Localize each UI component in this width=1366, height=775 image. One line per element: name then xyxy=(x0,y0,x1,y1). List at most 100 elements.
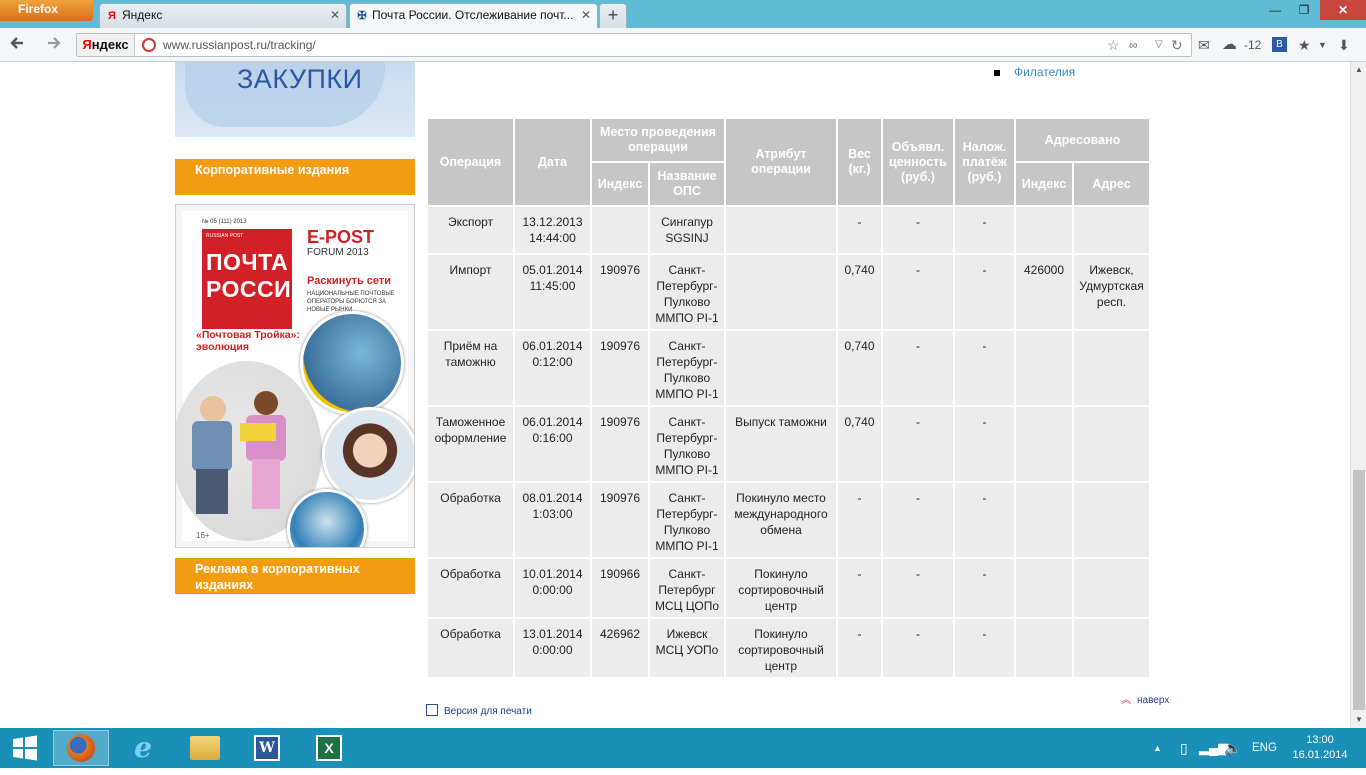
cell-address xyxy=(1074,559,1149,617)
header-cod: Налож. платёж (руб.) xyxy=(955,119,1014,205)
close-tab-icon[interactable]: ✕ xyxy=(581,4,591,27)
cell-cod: - xyxy=(955,619,1014,677)
cell-date: 05.01.2014 11:45:00 xyxy=(515,255,590,329)
language-indicator[interactable]: ENG xyxy=(1252,728,1277,768)
back-arrow-icon xyxy=(10,37,23,49)
battery-icon[interactable]: ▯ xyxy=(1180,728,1188,768)
cell-ops-name: Санкт-Петербург-Пулково ММПО PI-1 xyxy=(650,483,724,557)
dropdown-icon[interactable]: ▽ xyxy=(1155,34,1163,56)
navigation-bar: Яндекс www.russianpost.ru/tracking/ ☆ ∞ … xyxy=(0,28,1366,62)
extension-icon[interactable]: B xyxy=(1272,37,1287,52)
corporate-ads-link[interactable]: Реклама в корпоративных изданиях xyxy=(175,558,415,594)
magazine-forum: FORUM 2013 xyxy=(307,247,369,258)
tab-yandex[interactable]: Я Яндекс ✕ xyxy=(99,3,347,28)
minimize-button[interactable]: — xyxy=(1262,0,1288,20)
cell-address xyxy=(1074,619,1149,677)
cell-weight: - xyxy=(838,207,881,253)
magazine-troika: «Почтовая Тройка»: эволюция xyxy=(196,329,300,353)
volume-icon[interactable]: 🔈 xyxy=(1224,728,1241,768)
cell-operation: Обработка xyxy=(428,559,513,617)
back-to-top-link[interactable]: ︽ наверх xyxy=(1121,691,1169,706)
header-attribute: Атрибут операции xyxy=(726,119,836,205)
cell-date: 06.01.2014 0:16:00 xyxy=(515,407,590,481)
magazine-cover[interactable]: № 05 (111) 2013 RUSSIAN POST ПОЧТА РОССИ… xyxy=(175,204,415,548)
mail-icon[interactable]: ✉ xyxy=(1198,35,1210,55)
tracking-table: Операция Дата Место проведения операции … xyxy=(426,117,1151,679)
header-place: Место проведения операции xyxy=(592,119,724,161)
weather-cloud-icon[interactable]: ☁ xyxy=(1222,35,1237,55)
print-version-link[interactable]: Версия для печати xyxy=(426,704,532,717)
header-address: Адрес xyxy=(1074,163,1149,205)
taskbar-word[interactable]: W xyxy=(239,730,295,766)
double-up-arrow-icon: ︽ xyxy=(1121,695,1131,706)
cell-ops-name: Ижевск МСЦ УОПо xyxy=(650,619,724,677)
cell-address xyxy=(1074,483,1149,557)
cell-weight: - xyxy=(838,619,881,677)
corporate-publications-link[interactable]: Корпоративные издания xyxy=(175,159,415,195)
zakupki-label: ЗАКУПКИ xyxy=(237,64,363,94)
cell-date: 13.12.2013 14:44:00 xyxy=(515,207,590,253)
cell-attribute: Покинуло сортировочный центр xyxy=(726,559,836,617)
vertical-scrollbar[interactable]: ▲ ▼ xyxy=(1350,62,1366,728)
url-bar[interactable]: Яндекс www.russianpost.ru/tracking/ ☆ ∞ … xyxy=(76,33,1192,57)
new-tab-button[interactable]: + xyxy=(599,3,627,28)
tray-expand-icon[interactable]: ▲ xyxy=(1153,728,1162,768)
taskbar-ie[interactable]: e xyxy=(115,730,171,766)
taskbar-firefox[interactable] xyxy=(53,730,109,766)
scrollbar-thumb[interactable] xyxy=(1353,470,1365,710)
cell-index: 190966 xyxy=(592,559,648,617)
cell-ops-name: Санкт-Петербург-Пулково ММПО PI-1 xyxy=(650,331,724,405)
reader-glasses-icon[interactable]: ∞ xyxy=(1129,34,1138,56)
weather-temperature[interactable]: -12 xyxy=(1244,35,1261,55)
magazine-brand-small: RUSSIAN POST xyxy=(206,233,244,239)
scroll-up-arrow-icon[interactable]: ▲ xyxy=(1351,62,1366,78)
excel-icon: X xyxy=(316,735,342,761)
cell-operation: Таможенное оформление xyxy=(428,407,513,481)
magazine-headline: Раскинуть сети xyxy=(307,275,392,287)
firefox-menu-button[interactable]: Firefox xyxy=(0,0,93,21)
photo-postman-circle xyxy=(300,311,404,415)
cell-index: 190976 xyxy=(592,407,648,481)
forward-button[interactable] xyxy=(42,34,64,56)
cell-attribute xyxy=(726,207,836,253)
maximize-button[interactable]: ❐ xyxy=(1290,0,1318,20)
cell-declared-value: - xyxy=(883,255,953,329)
bookmarks-icon[interactable]: ★ xyxy=(1298,35,1311,55)
header-declared-value: Объявл. ценность (руб.) xyxy=(883,119,953,205)
magazine-epost: E-POST xyxy=(307,227,375,247)
download-icon[interactable]: ⬇ xyxy=(1338,35,1350,55)
cell-address xyxy=(1074,331,1149,405)
start-button[interactable] xyxy=(0,730,50,766)
filatelia-link[interactable]: Филателия xyxy=(994,65,1075,79)
page-content: ЗАКУПКИ Корпоративные издания № 05 (111)… xyxy=(0,62,1350,728)
back-button[interactable] xyxy=(7,34,29,56)
site-identity-icon[interactable] xyxy=(142,38,156,52)
cell-operation: Обработка xyxy=(428,483,513,557)
cell-attribute: Покинуло сортировочный центр xyxy=(726,619,836,677)
taskbar-excel[interactable]: X xyxy=(301,730,357,766)
tab-title: Почта России. Отслеживание почт... xyxy=(372,8,574,22)
magazine-logo-block: RUSSIAN POST ПОЧТА РОССИИ xyxy=(202,229,308,329)
bookmarks-dropdown-icon[interactable]: ▼ xyxy=(1318,35,1327,55)
close-window-button[interactable]: ✕ xyxy=(1320,0,1366,20)
cell-date: 10.01.2014 0:00:00 xyxy=(515,559,590,617)
cell-ops-name: Санкт-Петербург-Пулково ММПО PI-1 xyxy=(650,407,724,481)
cell-addr-index: 426000 xyxy=(1016,255,1072,329)
taskbar-explorer[interactable] xyxy=(177,730,233,766)
scroll-down-arrow-icon[interactable]: ▼ xyxy=(1351,712,1366,728)
close-tab-icon[interactable]: ✕ xyxy=(330,4,340,27)
magazine-page: № 05 (111) 2013 RUSSIAN POST ПОЧТА РОССИ… xyxy=(176,211,414,547)
cell-ops-name: Санкт-Петербург МСЦ ЦОПо xyxy=(650,559,724,617)
cell-attribute: Выпуск таможни xyxy=(726,407,836,481)
eagle-favicon-icon: ✠ xyxy=(357,10,367,22)
zakupki-banner[interactable]: ЗАКУПКИ xyxy=(175,62,415,137)
yandex-logo[interactable]: Яндекс xyxy=(77,34,135,56)
clock-date: 16.01.2014 xyxy=(1292,749,1348,761)
tab-russianpost[interactable]: ✠ Почта России. Отслеживание почт... ✕ xyxy=(349,3,598,28)
table-row: Обработка 10.01.2014 0:00:00 190966 Санкт-П… xyxy=(428,559,1149,617)
reload-icon[interactable]: ↻ xyxy=(1171,34,1183,56)
header-addr-index: Индекс xyxy=(1016,163,1072,205)
url-text[interactable]: www.russianpost.ru/tracking/ xyxy=(163,34,316,56)
clock[interactable]: 13:00 16.01.2014 xyxy=(1290,733,1350,763)
bookmark-star-icon[interactable]: ☆ xyxy=(1107,34,1120,56)
